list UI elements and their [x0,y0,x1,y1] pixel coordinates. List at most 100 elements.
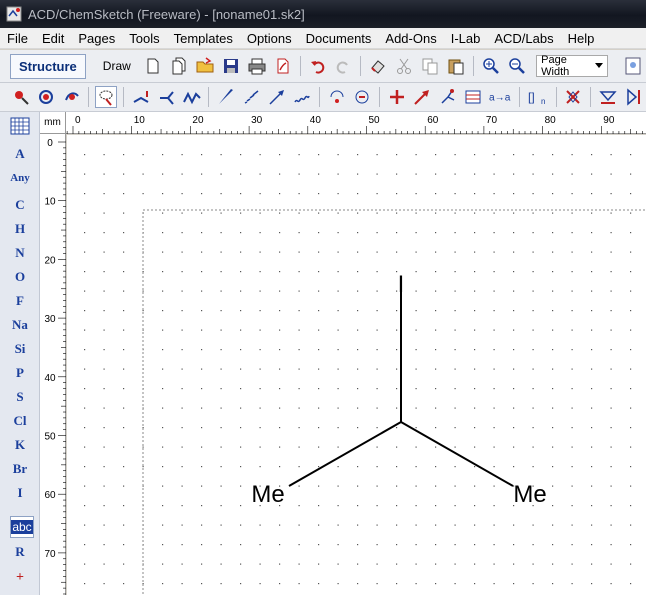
grid-dot [630,505,632,507]
add-button[interactable]: + [0,570,40,586]
element-o[interactable]: O [0,269,40,285]
element-f[interactable]: F [0,293,40,309]
clean-structure-icon[interactable] [437,86,458,108]
element-p[interactable]: P [0,365,40,381]
grid-dot [454,173,456,175]
grid-dot [201,368,203,370]
zoom-in-icon[interactable] [480,55,502,77]
eraser-icon[interactable] [367,55,389,77]
element-k[interactable]: K [0,437,40,453]
bond-chain-icon[interactable] [130,86,151,108]
grid-dot [123,368,125,370]
rotate-3d-icon[interactable] [61,86,82,108]
grid-dot [474,388,476,390]
open-folder-icon[interactable] [194,55,216,77]
select-atom-icon[interactable] [10,86,31,108]
pdf-export-icon[interactable] [272,55,294,77]
atom-label-me-left[interactable]: Me [251,481,284,508]
element-any[interactable]: Any [0,172,40,184]
grid-dot [493,232,495,234]
lasso-select-icon[interactable] [95,86,117,108]
menu-documents[interactable]: Documents [299,31,379,46]
grid-dot [376,446,378,448]
hashed-bond-icon[interactable] [241,86,262,108]
flip-vertical-icon[interactable] [597,86,618,108]
drawing-canvas[interactable]: I Me Me [67,135,646,595]
title-bar: ACD/ChemSketch (Freeware) - [noname01.sk… [0,0,646,28]
grid-dot [181,544,183,546]
left-ruler-ticks: 0 10 20 30 40 50 60 70 [44,138,66,595]
radical-icon[interactable] [326,86,347,108]
bond-zigzag-icon[interactable] [181,86,202,108]
select-fragment-icon[interactable] [35,86,56,108]
structure-mode-button[interactable]: Structure [10,53,86,79]
r-group-button[interactable]: R [0,544,40,560]
menu-add-ons[interactable]: Add-Ons [378,31,443,46]
new-page-icon[interactable] [142,55,164,77]
save-icon[interactable] [220,55,242,77]
undo-icon[interactable] [307,55,329,77]
new-document-icon[interactable] [168,55,190,77]
element-na[interactable]: Na [0,317,40,333]
draw-mode-button[interactable]: Draw [94,54,140,79]
flip-horizontal-icon[interactable] [623,86,644,108]
atom-label-me-right[interactable]: Me [513,481,546,508]
element-br[interactable]: Br [0,461,40,477]
element-i[interactable]: I [0,485,40,501]
charge-icon[interactable] [352,86,373,108]
bond-branch-icon[interactable] [155,86,176,108]
add-atom-icon[interactable] [386,86,407,108]
grid-dot [376,407,378,409]
zoom-select[interactable]: Page Width [536,54,609,78]
menu-help[interactable]: Help [561,31,602,46]
wavy-bond-icon[interactable] [292,86,313,108]
grid-dot [610,388,612,390]
ring-merge-icon[interactable] [563,86,584,108]
menu-options[interactable]: Options [240,31,299,46]
atom-map-icon[interactable]: a→a [488,86,513,108]
atom-label-i[interactable]: I [398,271,405,298]
grid-dot [298,329,300,331]
table-icon[interactable] [462,86,483,108]
bond-c-me-left[interactable] [288,421,402,487]
element-c[interactable]: C [0,197,40,213]
grid-dot [337,290,339,292]
canvas-drawing[interactable]: I Me Me [67,135,646,595]
element-cl[interactable]: Cl [0,413,40,429]
text-tool-button[interactable]: abc [10,516,34,538]
menu-file[interactable]: File [0,31,35,46]
menu-i-lab[interactable]: I-Lab [444,31,488,46]
element-si[interactable]: Si [0,341,40,357]
redo-icon[interactable] [332,55,354,77]
menu-edit[interactable]: Edit [35,31,71,46]
grid-dot [493,466,495,468]
reaction-arrow-icon[interactable] [411,86,432,108]
bracket-n-icon[interactable]: [] n [526,86,549,108]
chemsketch-app-icon [6,6,22,22]
grid-dot [376,329,378,331]
grid-dot [532,368,534,370]
copy-icon[interactable] [419,55,441,77]
menu-templates[interactable]: Templates [167,31,240,46]
print-icon[interactable] [246,55,268,77]
wedge-bond-icon[interactable] [215,86,236,108]
grid-dot [552,232,554,234]
grid-dot [415,563,417,565]
paste-icon[interactable] [445,55,467,77]
properties-icon[interactable] [622,55,644,77]
menu-pages[interactable]: Pages [71,31,122,46]
menu-acd-labs[interactable]: ACD/Labs [487,31,560,46]
element-h[interactable]: H [0,221,40,237]
element-a[interactable]: A [0,146,40,162]
grid-dot [415,485,417,487]
menu-tools[interactable]: Tools [122,31,166,46]
grid-dot [552,466,554,468]
zoom-out-icon[interactable] [506,55,528,77]
periodic-table-icon[interactable] [0,116,40,140]
element-s[interactable]: S [0,389,40,405]
arrow-bond-icon[interactable] [266,86,287,108]
cut-icon[interactable] [393,55,415,77]
bond-c-me-right[interactable] [400,421,514,487]
element-n[interactable]: N [0,245,40,261]
grid-dot [571,563,573,565]
